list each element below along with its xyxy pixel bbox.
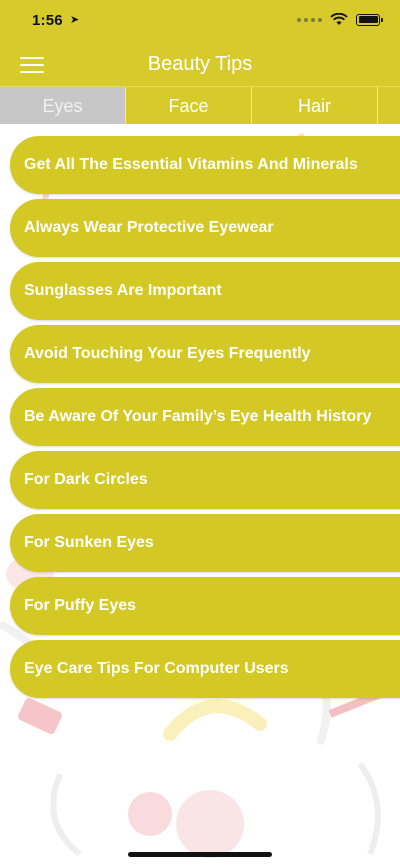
tab-next[interactable]: A [378, 87, 400, 124]
list-item[interactable]: Sunglasses Are Important [10, 262, 400, 320]
list-item[interactable]: Be Aware Of Your Family’s Eye Health His… [10, 388, 400, 446]
navigation-bar: Beauty Tips [0, 44, 400, 86]
app-screen: 1:56 ➤ Beauty Tips Eyes Face Hair A Get … [0, 0, 400, 866]
list-item[interactable]: For Puffy Eyes [10, 577, 400, 635]
tab-hair[interactable]: Hair [252, 87, 378, 124]
tab-face[interactable]: Face [126, 87, 252, 124]
category-tabs: Eyes Face Hair A [0, 86, 400, 124]
list-item[interactable]: For Sunken Eyes [10, 514, 400, 572]
list-item[interactable]: Eye Care Tips For Computer Users [10, 640, 400, 698]
tab-eyes[interactable]: Eyes [0, 87, 126, 124]
cellular-signal-icon [297, 17, 322, 22]
list-item[interactable]: Get All The Essential Vitamins And Miner… [10, 136, 400, 194]
list-item[interactable]: Always Wear Protective Eyewear [10, 199, 400, 257]
wifi-icon [330, 13, 348, 25]
battery-icon [356, 13, 383, 26]
status-time: 1:56 [32, 12, 63, 29]
status-bar: 1:56 ➤ [0, 0, 400, 44]
page-title: Beauty Tips [147, 53, 253, 75]
list-item[interactable]: For Dark Circles [10, 451, 400, 509]
list-item[interactable]: Avoid Touching Your Eyes Frequently [10, 325, 400, 383]
home-indicator[interactable] [128, 852, 272, 857]
status-icons [297, 13, 383, 26]
location-arrow-icon: ➤ [70, 14, 80, 26]
